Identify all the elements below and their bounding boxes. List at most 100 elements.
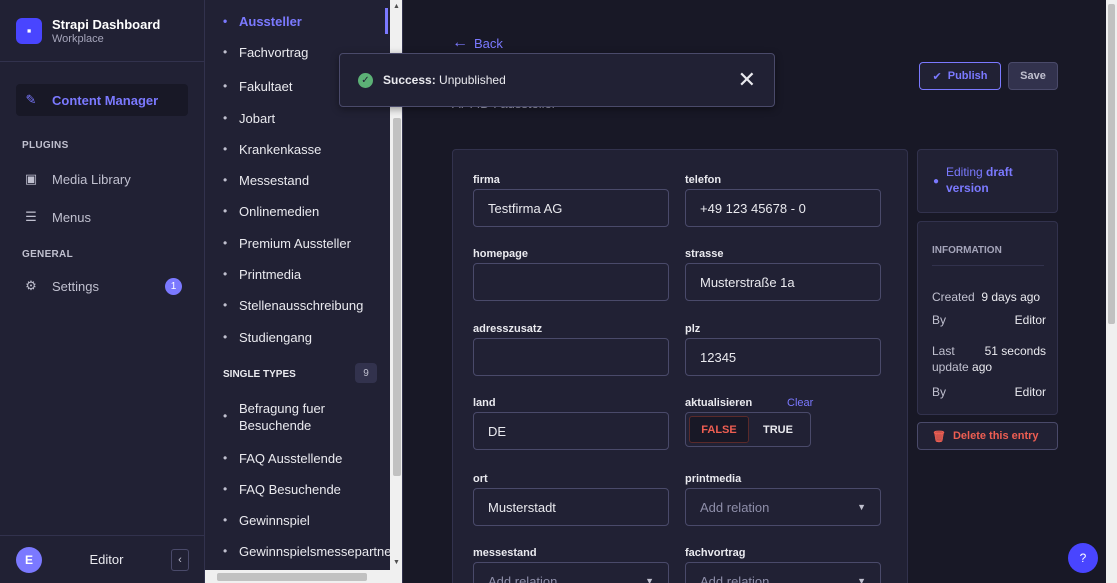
collection-type-label: Fachvortrag	[239, 45, 309, 60]
bullet-icon: •	[223, 14, 228, 28]
nav-settings[interactable]: ⚙ Settings 1	[16, 270, 188, 302]
status-prefix: Editing	[946, 165, 983, 179]
collection-type-item[interactable]: • Printmedia	[223, 266, 395, 283]
notification-status: Success:	[383, 73, 436, 87]
single-types-count: 9	[355, 363, 377, 383]
aktualisieren-toggle[interactable]: FALSE TRUE	[685, 412, 811, 447]
settings-badge: 1	[165, 278, 182, 295]
pen-icon: ✎	[25, 92, 37, 107]
nav-content-manager[interactable]: ✎ Content Manager	[16, 84, 188, 116]
nav-media-library[interactable]: ▣ Media Library	[16, 163, 188, 195]
firma-label: firma	[473, 174, 500, 186]
ort-label: ort	[473, 473, 488, 485]
firma-input[interactable]: Testfirma AG	[473, 189, 669, 227]
list-horizontal-scrollbar-thumb[interactable]	[217, 573, 367, 581]
created-by-value: Editor	[1014, 313, 1046, 327]
single-types-label: SINGLE TYPES	[223, 369, 296, 380]
page-scrollbar-thumb[interactable]	[1108, 4, 1115, 324]
nav-media-library-label: Media Library	[52, 171, 131, 187]
single-type-item[interactable]: • Gewinnspielsmessepartner	[223, 543, 396, 560]
single-type-label: FAQ Ausstellende	[239, 451, 343, 466]
bullet-icon: •	[223, 236, 228, 250]
collection-type-label: Krankenkasse	[239, 142, 322, 157]
updated-by-value: Editor	[1014, 385, 1046, 399]
bullet-icon: •	[223, 111, 228, 125]
fachvortrag-relation-select[interactable]: Add relation ▼	[685, 562, 881, 583]
bullet-icon: •	[223, 45, 228, 59]
telefon-input[interactable]: +49 123 45678 - 0	[685, 189, 881, 227]
nav-settings-label: Settings	[52, 278, 99, 294]
collection-type-item[interactable]: • Aussteller	[223, 13, 395, 30]
success-notification: ✓ Success: Unpublished ✕	[339, 53, 775, 107]
collection-type-item[interactable]: • Studiengang	[223, 329, 395, 346]
collection-type-item[interactable]: • Messestand	[223, 172, 395, 189]
updated-by-row: By Editor	[932, 384, 1046, 400]
active-indicator	[385, 8, 388, 34]
back-link-label: Back	[474, 35, 503, 51]
adresszusatz-input[interactable]	[473, 338, 669, 376]
plz-input[interactable]: 12345	[685, 338, 881, 376]
collection-type-label: Studiengang	[239, 330, 313, 345]
collection-type-item[interactable]: • Onlinemedien	[223, 203, 395, 220]
collection-type-item[interactable]: • Krankenkasse	[223, 141, 395, 158]
bullet-icon: •	[223, 204, 228, 218]
aktualisieren-clear-link[interactable]: Clear	[787, 397, 813, 409]
by-label: By	[932, 313, 947, 327]
created-value: 9 days ago	[981, 290, 1041, 304]
single-type-item[interactable]: • FAQ Besuchende	[223, 481, 395, 498]
bullet-icon: •	[223, 330, 228, 344]
ort-input[interactable]: Musterstadt	[473, 488, 669, 526]
delete-entry-button[interactable]: 🗑 Delete this entry	[917, 422, 1058, 450]
workspace-title: Strapi Dashboard	[52, 16, 161, 32]
single-type-label: FAQ Besuchende	[239, 482, 341, 497]
messestand-relation-select[interactable]: Add relation ▼	[473, 562, 669, 583]
messestand-label: messestand	[473, 547, 537, 559]
toggle-false-option[interactable]: FALSE	[689, 416, 749, 443]
caret-down-icon: ▼	[645, 576, 654, 583]
collection-type-label: Messestand	[239, 173, 310, 188]
strapi-logo-icon: ▪	[16, 17, 42, 44]
check-icon: ✔	[932, 70, 942, 83]
single-type-item[interactable]: • FAQ Ausstellende	[223, 450, 395, 467]
bullet-icon: •	[223, 513, 228, 527]
user-bar: E Editor ‹	[0, 535, 205, 583]
toggle-true-option[interactable]: TRUE	[749, 416, 807, 443]
land-input[interactable]: DE	[473, 412, 669, 450]
created-by-row: By Editor	[932, 312, 1046, 328]
homepage-label: homepage	[473, 248, 529, 260]
list-scrollbar-thumb[interactable]	[393, 118, 401, 476]
menu-icon: ☰	[25, 209, 37, 224]
homepage-input[interactable]	[473, 263, 669, 301]
avatar[interactable]: E	[16, 546, 42, 573]
bullet-icon: •	[223, 267, 228, 281]
collapse-nav-button[interactable]: ‹	[171, 548, 189, 571]
bullet-icon: •	[223, 142, 228, 156]
nav-menus[interactable]: ☰ Menus	[16, 201, 188, 233]
back-link[interactable]: ← Back	[452, 34, 503, 52]
bullet-icon: •	[223, 451, 228, 465]
close-icon[interactable]: ✕	[738, 69, 756, 91]
aktualisieren-label: aktualisieren	[685, 397, 753, 409]
collection-type-label: Jobart	[239, 111, 276, 126]
updated-value-2: ago	[972, 360, 993, 374]
publish-button[interactable]: ✔ Publish	[919, 62, 1001, 90]
save-button[interactable]: Save	[1008, 62, 1058, 90]
scroll-up-icon[interactable]: ▲	[393, 3, 400, 10]
collection-type-label: Printmedia	[239, 267, 302, 282]
check-circle-icon: ✓	[358, 72, 373, 88]
single-type-item[interactable]: • Gewinnspiel	[223, 512, 395, 529]
notification-message: Unpublished	[439, 73, 506, 87]
bullet-icon: •	[223, 409, 228, 423]
collection-type-item[interactable]: • Jobart	[223, 110, 395, 127]
main-navigation: ▪ Strapi Dashboard Workplace ✎ Content M…	[0, 0, 205, 583]
collection-type-label: Fakultaet	[239, 79, 293, 94]
collection-type-item[interactable]: • Premium Aussteller	[223, 235, 395, 252]
scroll-down-icon[interactable]: ▼	[393, 559, 400, 566]
collection-type-item[interactable]: • Stellenausschreibung	[223, 297, 395, 314]
help-button[interactable]: ?	[1068, 543, 1098, 573]
bullet-icon: •	[223, 544, 228, 558]
strasse-input[interactable]: Musterstraße 1a	[685, 263, 881, 301]
bullet-icon: •	[223, 79, 228, 93]
single-type-item[interactable]: • Befragung fuer Besuchende	[223, 400, 363, 434]
printmedia-relation-select[interactable]: Add relation ▼	[685, 488, 881, 526]
